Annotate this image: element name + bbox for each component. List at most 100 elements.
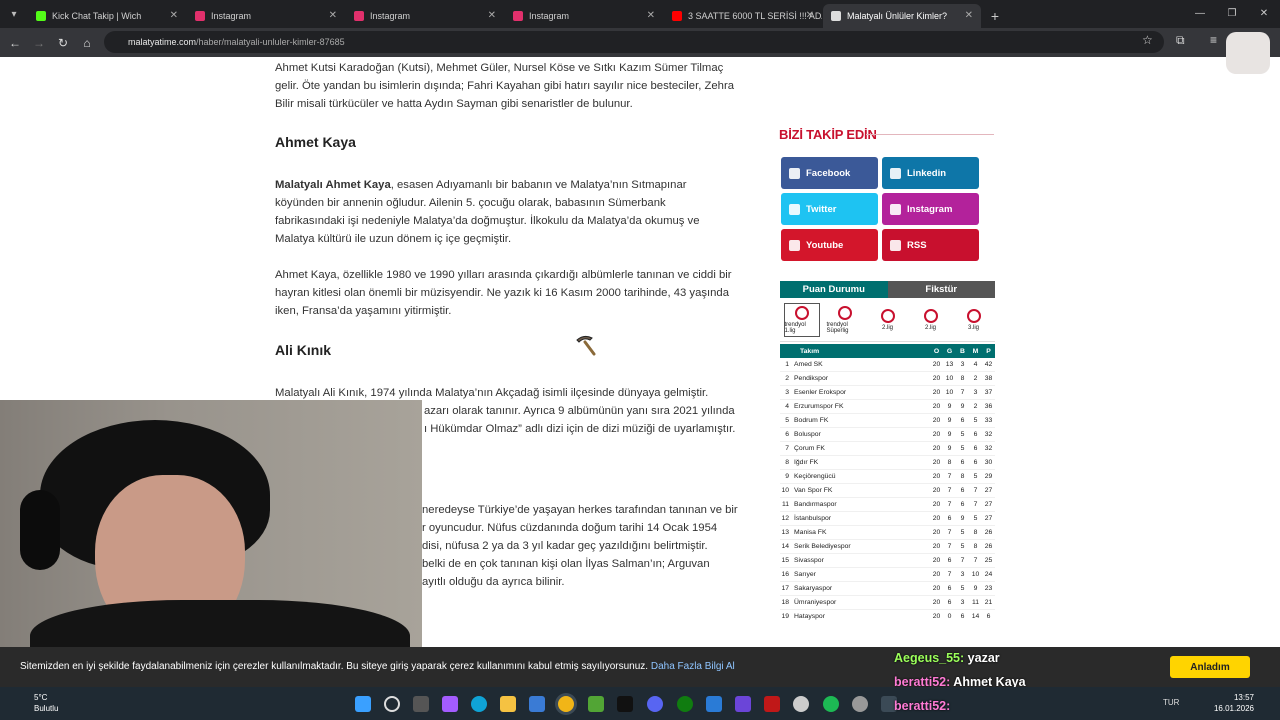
team-cell: Ümraniyespor — [794, 599, 837, 606]
close-icon[interactable]: ✕ — [329, 10, 337, 21]
team-cell: Sakaryaspor — [794, 585, 833, 592]
facebook-button[interactable]: Facebook — [781, 157, 878, 189]
bookmark-star-icon[interactable]: ☆ — [1142, 33, 1153, 47]
sidebar-icon[interactable]: ≡ — [1210, 33, 1217, 47]
close-icon[interactable]: ✕ — [488, 10, 496, 21]
back-icon[interactable]: ← — [3, 31, 27, 55]
start-icon[interactable] — [355, 696, 371, 712]
won-cell: 9 — [947, 431, 952, 438]
copilot-icon[interactable] — [442, 696, 458, 712]
team-cell: Bandırmaspor — [794, 501, 837, 508]
date: 16.01.2026 — [1213, 704, 1254, 713]
app-icon[interactable] — [793, 696, 809, 712]
app-icon[interactable] — [852, 696, 868, 712]
played-cell: 20 — [932, 459, 941, 466]
instagram-button[interactable]: Instagram — [882, 193, 979, 225]
new-tab-button[interactable]: + — [982, 4, 1008, 28]
close-window-icon[interactable]: ✕ — [1248, 0, 1280, 28]
chat-user: beratti52: — [894, 699, 951, 713]
article-line: disi, nüfusa 2 ya da 3 yıl kadar geç yaz… — [422, 540, 708, 552]
discord-icon[interactable] — [647, 696, 663, 712]
forward-icon[interactable]: → — [27, 31, 51, 55]
voicemeeter-icon[interactable] — [764, 696, 780, 712]
tab-search-icon[interactable]: ▾ — [0, 0, 28, 28]
spotify-icon[interactable] — [823, 696, 839, 712]
close-icon[interactable]: ✕ — [647, 10, 655, 21]
col-m: M — [972, 347, 979, 355]
points-cell: 30 — [984, 459, 993, 466]
task-view-icon[interactable] — [413, 696, 429, 712]
won-cell: 10 — [945, 389, 954, 396]
profile-avatar[interactable] — [1226, 32, 1270, 74]
tab-kick-chat[interactable]: Kick Chat Takip | Wich ✕ — [28, 4, 186, 28]
table-row: 14 Serik Belediyespor 20 7 5 8 26 — [780, 540, 995, 554]
lost-cell: 7 — [973, 487, 978, 494]
article-paragraph-ahmet-1: Malatyalı Ahmet Kaya, esasen Adıyamanlı … — [275, 176, 760, 248]
lost-cell: 4 — [973, 361, 978, 368]
linkedin-button[interactable]: Linkedin — [882, 157, 979, 189]
minimize-icon[interactable]: — — [1184, 0, 1216, 28]
tab-instagram-3[interactable]: Instagram ✕ — [505, 4, 663, 28]
minecraft-icon[interactable] — [588, 696, 604, 712]
lost-cell: 2 — [973, 403, 978, 410]
lost-cell: 8 — [973, 529, 978, 536]
twitter-button[interactable]: Twitter — [781, 193, 878, 225]
league-logo-superlig[interactable]: trendyol Süperlig — [827, 303, 863, 337]
clock[interactable]: 13:57 16.01.2026 — [1214, 692, 1254, 714]
address-bar-row: ← → ↻ ⌂ malatyatime.com/haber/malatyali-… — [0, 28, 1280, 57]
maximize-icon[interactable]: ❐ — [1216, 0, 1248, 28]
league-logo-1lig[interactable]: trendyol 1.lig — [783, 302, 820, 337]
store-icon[interactable] — [529, 696, 545, 712]
capcut-icon[interactable] — [617, 696, 633, 712]
tab-puan-durumu[interactable]: Puan Durumu — [780, 281, 888, 298]
league-logo-2lig-a[interactable]: 2.lig — [870, 303, 906, 337]
youtube-button[interactable]: Youtube — [781, 229, 878, 261]
cookie-more-link[interactable]: Daha Fazla Bilgi Al — [651, 661, 735, 672]
league-logo-2lig-b[interactable]: 2.lig — [913, 303, 949, 337]
chrome-icon[interactable] — [558, 696, 574, 712]
url-input[interactable]: malatyatime.com/haber/malatyali-unluler-… — [104, 31, 1164, 53]
close-icon[interactable]: ✕ — [806, 10, 814, 21]
window-controls: — ❐ ✕ — [1184, 0, 1280, 28]
reload-icon[interactable]: ↻ — [51, 31, 75, 55]
edge-icon[interactable] — [471, 696, 487, 712]
table-row: 4 Erzurumspor FK 20 9 9 2 36 — [780, 400, 995, 414]
article-paragraph-intro: Ahmet Kutsi Karadoğan (Kutsi), Mehmet Gü… — [275, 59, 760, 113]
url-path: /haber/malatyali-unluler-kimler-87685 — [196, 37, 345, 47]
team-cell: Serik Belediyespor — [794, 543, 851, 550]
league-logo-3lig[interactable]: 3.lig — [956, 303, 992, 337]
home-icon[interactable]: ⌂ — [75, 31, 99, 55]
lost-cell: 6 — [973, 431, 978, 438]
close-icon[interactable]: ✕ — [965, 10, 973, 21]
article-line: iken, Fransa’da yaşamını yitirmiştir. — [275, 305, 452, 317]
lost-cell: 7 — [973, 557, 978, 564]
tab-youtube[interactable]: 3 SAATTE 6000 TL SERİSİ !!! ADA ✕ — [664, 4, 822, 28]
won-cell: 0 — [947, 613, 952, 620]
tab-instagram-2[interactable]: Instagram ✕ — [346, 4, 504, 28]
article-line: neredeyse Türkiye’de yaşayan herkes tara… — [422, 504, 738, 516]
team-cell: İstanbulspor — [794, 515, 832, 522]
tab-malatyatime[interactable]: Malatyalı Ünlüler Kimler? ✕ — [823, 4, 981, 28]
rss-button[interactable]: RSS — [882, 229, 979, 261]
search-icon[interactable] — [384, 696, 400, 712]
league-label: 3.lig — [967, 324, 979, 331]
title-divider — [866, 134, 994, 135]
points-cell: 32 — [984, 445, 993, 452]
points-cell: 27 — [984, 501, 993, 508]
extensions-icon[interactable]: ⧉ — [1176, 33, 1185, 48]
file-explorer-icon[interactable] — [500, 696, 516, 712]
tab-instagram-1[interactable]: Instagram ✕ — [187, 4, 345, 28]
tab-fikstur[interactable]: Fikstür — [887, 281, 995, 298]
points-cell: 26 — [984, 529, 993, 536]
network-app-icon[interactable] — [706, 696, 722, 712]
team-cell: Çorum FK — [794, 445, 825, 452]
points-cell: 27 — [984, 487, 993, 494]
points-cell: 26 — [984, 543, 993, 550]
xbox-icon[interactable] — [677, 696, 693, 712]
lost-cell: 3 — [973, 389, 978, 396]
language-indicator[interactable]: TUR — [1163, 698, 1179, 707]
cookie-accept-button[interactable]: Anladım — [1170, 656, 1250, 678]
app-icon[interactable] — [735, 696, 751, 712]
weather-widget[interactable]: 5°C Bulutlu — [12, 692, 58, 714]
close-icon[interactable]: ✕ — [170, 10, 178, 21]
